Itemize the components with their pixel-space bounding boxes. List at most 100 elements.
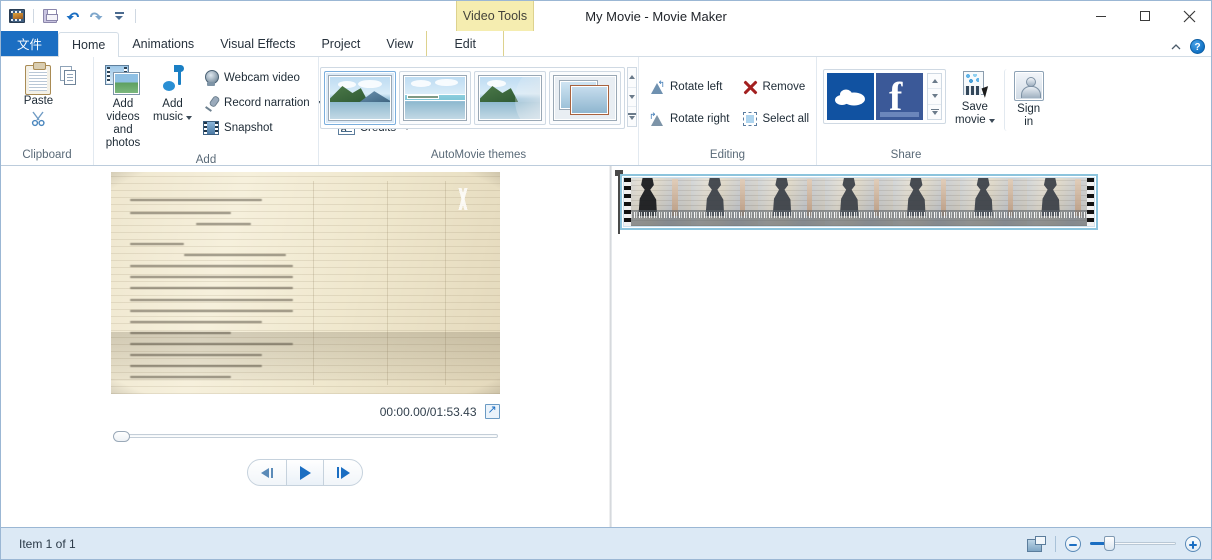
theme-thumbnail xyxy=(403,75,467,121)
seek-slider[interactable] xyxy=(112,429,498,443)
rotate-right-icon: ↱ xyxy=(649,112,665,126)
copy-icon[interactable] xyxy=(60,66,77,85)
add-videos-photos-icon xyxy=(105,65,141,95)
audio-waveform xyxy=(624,209,1094,226)
tab-file[interactable]: 文件 xyxy=(1,31,58,56)
record-narration-button[interactable]: Record narration xyxy=(199,91,328,115)
share-gallery-scrollbar[interactable] xyxy=(927,73,942,120)
maximize-button[interactable] xyxy=(1123,1,1167,31)
tab-home[interactable]: Home xyxy=(58,32,120,57)
share-destinations-gallery: f xyxy=(823,69,946,124)
storyboard-pane[interactable] xyxy=(612,166,1211,527)
play-button[interactable] xyxy=(286,460,324,485)
more-icon xyxy=(930,108,939,116)
themes-more-button[interactable] xyxy=(628,106,636,126)
cut-icon[interactable] xyxy=(30,110,47,127)
zoom-slider-thumb[interactable] xyxy=(1104,536,1115,551)
more-icon xyxy=(628,113,636,120)
timeline-clip[interactable] xyxy=(620,174,1098,230)
preview-monitor[interactable] xyxy=(110,172,500,394)
share-facebook-button[interactable]: f xyxy=(876,73,923,120)
music-note-icon xyxy=(162,65,184,93)
help-button[interactable]: ? xyxy=(1190,39,1205,54)
tab-view[interactable]: View xyxy=(373,31,426,56)
add-music-dropdown-arrow[interactable] xyxy=(186,115,193,120)
undo-button[interactable] xyxy=(63,6,83,26)
share-more-button[interactable] xyxy=(928,103,941,119)
ribbon-group-editing: ↰ Rotate left ↱ Rotate right Remove Sele… xyxy=(638,57,816,165)
qat-divider-2 xyxy=(135,9,136,23)
status-bar-controls xyxy=(1027,535,1201,552)
rotate-left-button[interactable]: ↰ Rotate left xyxy=(645,75,733,99)
group-label-clipboard: Clipboard xyxy=(22,149,72,161)
snapshot-icon xyxy=(203,121,220,135)
playback-time: 00:00.00/01:53.43 xyxy=(379,404,477,419)
share-scroll-down-button[interactable] xyxy=(928,88,941,103)
themes-gallery-scrollbar[interactable] xyxy=(627,67,637,127)
next-frame-button[interactable] xyxy=(324,460,362,485)
minimize-button[interactable] xyxy=(1079,1,1123,31)
film-sprockets-right xyxy=(1087,178,1094,226)
customize-qat-button[interactable] xyxy=(109,6,129,26)
snapshot-button[interactable]: Snapshot xyxy=(199,116,328,140)
transport-controls xyxy=(247,459,363,486)
themes-scroll-up-button[interactable] xyxy=(628,68,636,87)
tab-visual-effects[interactable]: Visual Effects xyxy=(207,31,308,56)
window-controls xyxy=(1079,1,1211,31)
ribbon-group-share: f Save movie Sign in Share xyxy=(816,57,1044,165)
zoom-slider[interactable] xyxy=(1090,536,1176,551)
themes-scroll-down-button[interactable] xyxy=(628,86,636,107)
select-all-button[interactable]: Select all xyxy=(739,107,813,131)
paste-button[interactable]: Paste xyxy=(19,62,58,129)
save-icon xyxy=(43,9,58,23)
movie-maker-icon xyxy=(9,9,25,23)
share-onedrive-button[interactable] xyxy=(827,73,874,120)
theme-tile-contemporary[interactable] xyxy=(399,71,471,125)
rotate-left-icon: ↰ xyxy=(649,80,665,94)
webcam-video-button[interactable]: Webcam video xyxy=(199,66,328,90)
rotate-right-button[interactable]: ↱ Rotate right xyxy=(645,107,733,131)
theme-thumbnail xyxy=(328,75,392,121)
storyboard-timeline-toggle-button[interactable] xyxy=(1027,535,1046,552)
sign-in-button[interactable]: Sign in xyxy=(1003,69,1049,131)
ribbon: Paste Clipboard Add videos and photos Ad… xyxy=(1,56,1211,166)
redo-icon xyxy=(90,12,103,20)
webcam-icon xyxy=(203,70,220,86)
fullscreen-icon[interactable] xyxy=(484,403,500,419)
theme-tile-cinematic[interactable] xyxy=(474,71,546,125)
add-music-button[interactable]: Add music xyxy=(148,61,197,126)
select-all-icon xyxy=(743,112,758,126)
group-label-themes: AutoMovie themes xyxy=(430,149,527,161)
title-bar: My Movie - Movie Maker Video Tools xyxy=(1,1,1211,31)
tab-project[interactable]: Project xyxy=(308,31,373,56)
share-scroll-up-button[interactable] xyxy=(928,74,941,88)
redo-button[interactable] xyxy=(86,6,106,26)
preview-pane: 00:00.00/01:53.43 xyxy=(1,166,609,527)
theme-tile-default[interactable] xyxy=(324,71,396,125)
ribbon-right-buttons: ? xyxy=(1170,39,1205,54)
zoom-out-button[interactable] xyxy=(1065,535,1081,552)
page-title: My Movie - Movie Maker xyxy=(585,8,727,24)
previous-frame-button[interactable] xyxy=(248,460,286,485)
save-movie-button[interactable]: Save movie xyxy=(950,69,1000,129)
qat-divider-1 xyxy=(33,9,34,23)
clip-thumbnails xyxy=(624,178,1094,226)
remove-button[interactable]: Remove xyxy=(739,75,813,99)
minimize-icon xyxy=(1096,16,1106,17)
seek-thumb[interactable] xyxy=(112,430,130,442)
status-divider xyxy=(1055,535,1056,552)
tab-edit[interactable]: Edit xyxy=(426,31,505,56)
add-videos-and-photos-button[interactable]: Add videos and photos xyxy=(100,61,146,152)
tab-animations[interactable]: Animations xyxy=(119,31,207,56)
theme-tile-fade[interactable] xyxy=(549,71,621,125)
collapse-ribbon-button[interactable] xyxy=(1170,41,1182,53)
main-area: 00:00.00/01:53.43 xyxy=(1,166,1211,527)
user-account-icon xyxy=(1013,71,1044,101)
zoom-in-button[interactable] xyxy=(1185,535,1201,552)
ribbon-group-clipboard: Paste Clipboard xyxy=(1,57,93,165)
play-icon xyxy=(299,465,311,480)
close-button[interactable] xyxy=(1167,1,1211,31)
save-movie-dropdown-arrow[interactable] xyxy=(988,118,995,123)
app-menu-button[interactable] xyxy=(7,6,27,26)
save-button[interactable] xyxy=(40,6,60,26)
